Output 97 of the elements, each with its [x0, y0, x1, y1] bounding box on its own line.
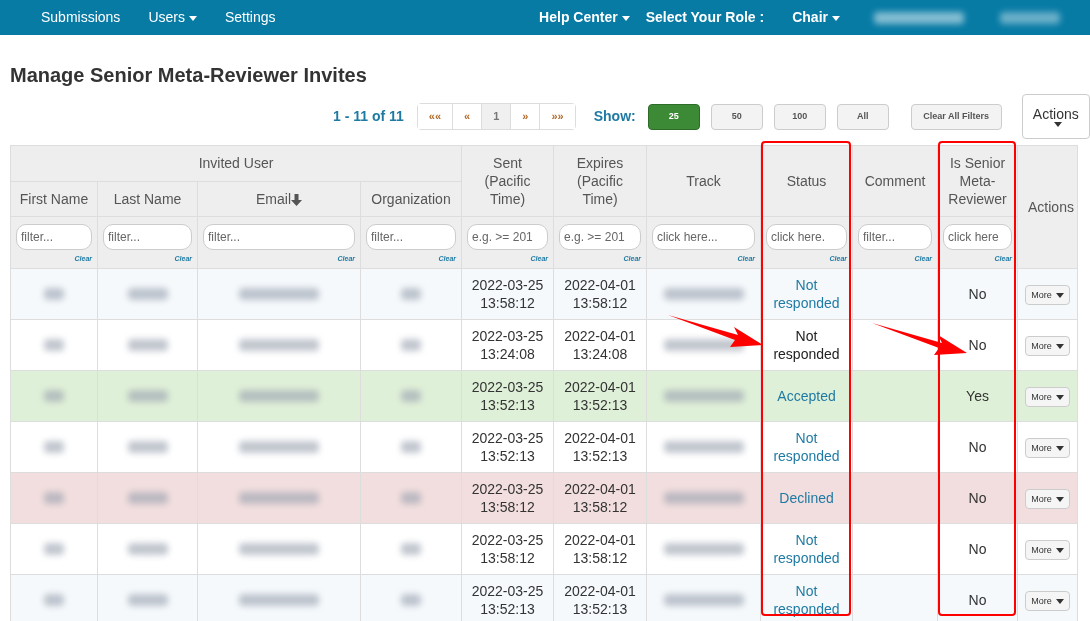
column-header[interactable]: Email: [197, 181, 361, 217]
redacted-text: [127, 339, 168, 351]
redacted-text: [401, 390, 421, 402]
column-header[interactable]: First Name: [10, 181, 98, 217]
column-header[interactable]: Last Name: [97, 181, 198, 217]
actions-button[interactable]: Actions: [1021, 94, 1090, 139]
nav-link[interactable]: Settings: [224, 7, 276, 28]
page-size-button[interactable]: All: [836, 103, 889, 130]
table-cell-text: Yes: [966, 386, 989, 406]
nav-link[interactable]: Select Your Role :: [645, 7, 765, 28]
page-size-button[interactable]: 25: [647, 103, 700, 130]
redacted-text: [401, 288, 421, 300]
table-cell-text: No: [968, 539, 987, 559]
filter-field[interactable]: filter...: [858, 224, 932, 250]
column-header[interactable]: Status: [760, 145, 853, 217]
table-cell: 2022-04-01 13:52:13: [553, 421, 647, 473]
redacted-text: [44, 441, 64, 453]
table-cell: 2022-04-01 13:24:08: [553, 319, 647, 371]
redacted-text: [127, 390, 168, 402]
redacted-text: [401, 339, 421, 351]
redacted-text: [44, 390, 64, 402]
caret-icon: [1053, 122, 1062, 127]
page-size-button[interactable]: 100: [773, 103, 826, 130]
table-cell-text: No: [968, 590, 987, 610]
column-group-header: Invited User: [10, 145, 462, 182]
column-header[interactable]: Comment: [852, 145, 938, 217]
table-cell: 2022-03-25 13:52:13: [461, 421, 554, 473]
table-cell-text: No: [968, 488, 987, 508]
more-button[interactable]: More: [1025, 387, 1070, 408]
redacted-text: [1000, 11, 1060, 24]
page-size-button[interactable]: 50: [710, 103, 763, 130]
table-cell: 2022-03-25 13:52:13: [461, 370, 554, 422]
nav-link[interactable]: Chair: [792, 7, 840, 28]
redacted-text: [401, 594, 421, 606]
table-cell: 2022-03-25 13:58:12: [461, 472, 554, 524]
caret-icon: [1055, 598, 1064, 604]
table-cell: 2022-04-01 13:58:12: [553, 268, 647, 320]
more-button[interactable]: More: [1025, 540, 1070, 561]
filter-field[interactable]: click here.: [766, 224, 847, 250]
table-cell: 2022-03-25 13:58:12: [461, 523, 554, 575]
nav-link[interactable]: Submissions: [41, 7, 121, 28]
page-button[interactable]: 1: [481, 104, 511, 129]
caret-icon: [1055, 394, 1064, 400]
more-button[interactable]: More: [1025, 285, 1070, 306]
caret-icon: [621, 15, 630, 21]
redacted-text: [44, 543, 64, 555]
filter-field[interactable]: click here: [943, 224, 1012, 250]
more-button[interactable]: More: [1025, 591, 1070, 612]
table-cell: 2022-03-25 13:24:08: [461, 319, 554, 371]
redacted-text: [127, 441, 168, 453]
redacted-text: [44, 492, 64, 504]
redacted-text: [44, 339, 64, 351]
column-header[interactable]: Is Senior Meta-Reviewer: [937, 145, 1018, 217]
more-button[interactable]: More: [1025, 336, 1070, 357]
filter-field[interactable]: click here...: [652, 224, 755, 250]
sort-down-icon: [291, 193, 302, 206]
filter-field[interactable]: filter...: [366, 224, 456, 250]
redacted-text: [44, 594, 64, 606]
redacted-text: [401, 492, 421, 504]
redacted-text: [127, 543, 168, 555]
redacted-text: [401, 543, 421, 555]
caret-icon: [1055, 445, 1064, 451]
column-header[interactable]: Track: [646, 145, 761, 217]
table-cell: 2022-04-01 13:52:13: [553, 370, 647, 422]
caret-icon: [1055, 547, 1064, 553]
status-text: Not responded: [765, 327, 848, 363]
redacted-text: [127, 594, 168, 606]
column-header[interactable]: Expires (Pacific Time): [553, 145, 647, 217]
redacted-text: [44, 288, 64, 300]
nav-link[interactable]: Help Center: [539, 7, 630, 28]
filter-field[interactable]: filter...: [16, 224, 92, 250]
page-button[interactable]: »»: [539, 104, 575, 129]
table-cell: 2022-04-01 13:58:12: [553, 523, 647, 575]
filter-field[interactable]: filter...: [103, 224, 192, 250]
table-cell-text: No: [968, 437, 987, 457]
clear-filters-button[interactable]: Clear All Filters: [910, 103, 1002, 130]
table-cell-text: No: [968, 284, 987, 304]
table-cell: 2022-04-01 13:58:12: [553, 472, 647, 524]
page-title: Manage Senior Meta-Reviewer Invites: [10, 63, 368, 87]
more-button[interactable]: More: [1025, 489, 1070, 510]
table-cell: 2022-03-25 13:58:12: [461, 268, 554, 320]
more-button[interactable]: More: [1025, 438, 1070, 459]
redacted-text: [127, 288, 168, 300]
filter-field[interactable]: e.g. >= 201: [467, 224, 548, 250]
caret-icon: [1055, 343, 1064, 349]
filter-field[interactable]: e.g. >= 201: [559, 224, 641, 250]
table-cell: No: [968, 334, 987, 356]
pagination-summary: 1 - 11 of 11: [333, 107, 404, 126]
caret-icon: [188, 15, 197, 21]
caret-icon: [832, 15, 840, 21]
show-label: Show:: [593, 107, 636, 126]
redacted-text: [127, 492, 168, 504]
caret-icon: [1055, 496, 1064, 502]
redacted-text: [401, 441, 421, 453]
filter-field[interactable]: filter...: [203, 224, 355, 250]
nav-link[interactable]: Users: [148, 7, 197, 28]
caret-icon: [1055, 292, 1064, 298]
